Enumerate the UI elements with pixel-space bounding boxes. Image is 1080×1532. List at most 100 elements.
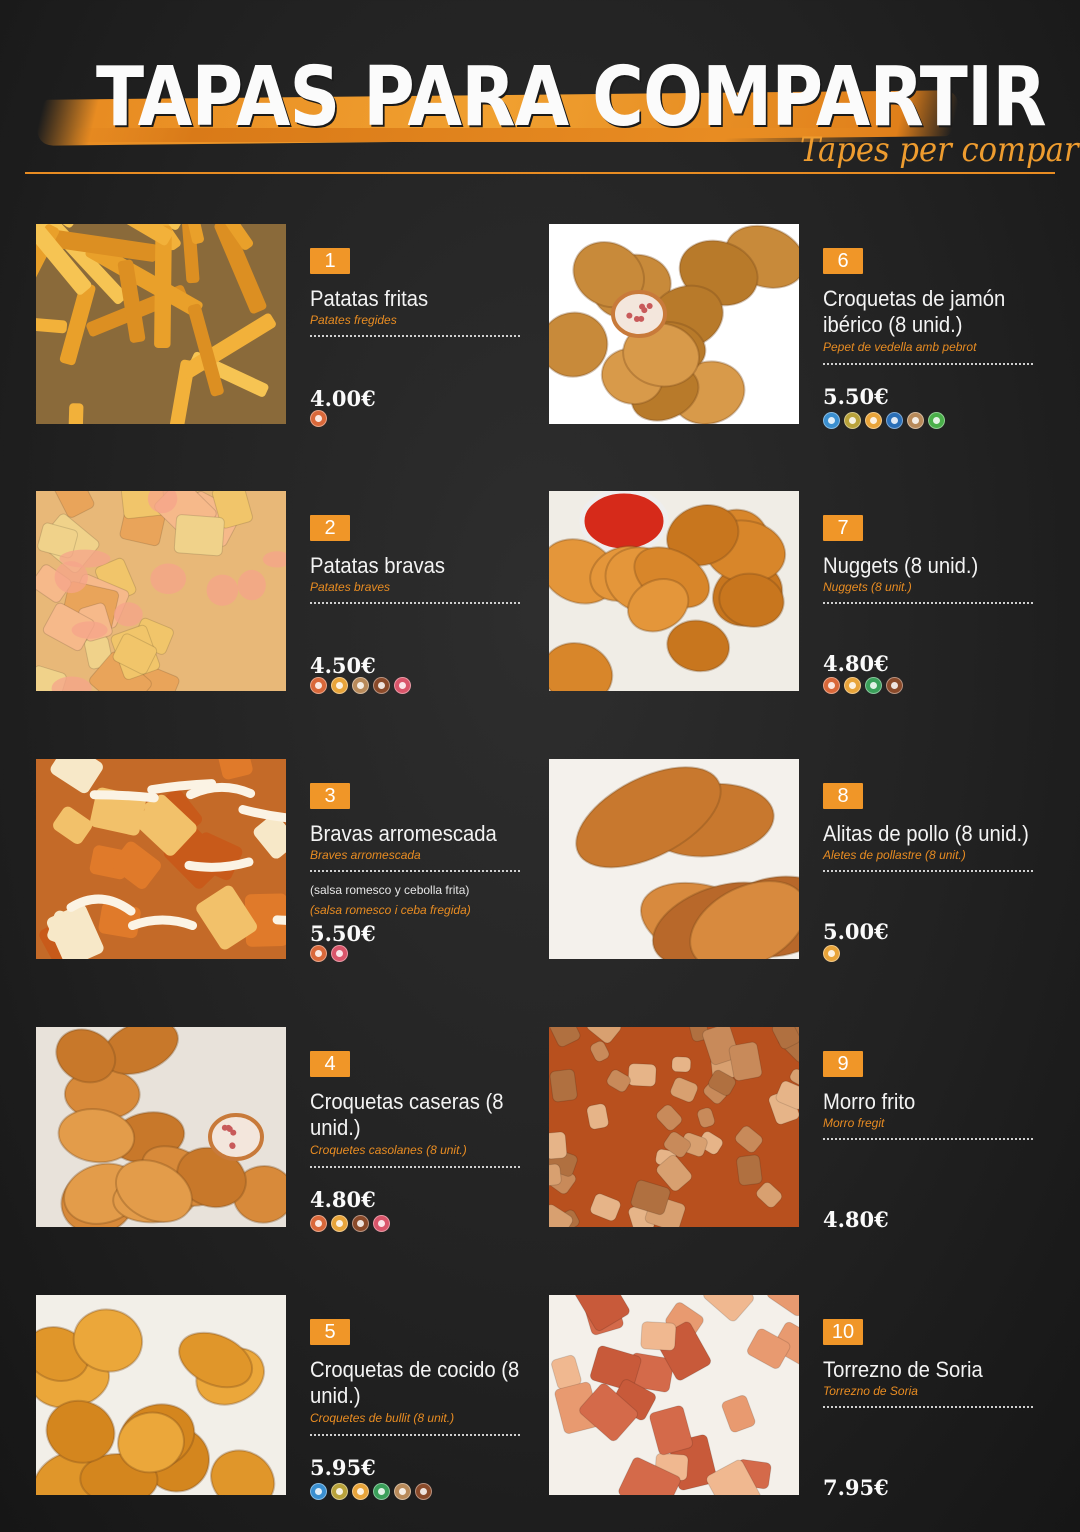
- item-number-badge: 6: [823, 248, 863, 274]
- egg-icon: [331, 1215, 348, 1232]
- celery-icon: [310, 1215, 327, 1232]
- mustard-icon: [907, 412, 924, 429]
- allergen-list: [310, 1483, 432, 1500]
- dotted-divider: [310, 1434, 520, 1436]
- dish-photo: [549, 1027, 799, 1227]
- egg-icon: [823, 945, 840, 962]
- gluten-icon: [331, 1483, 348, 1500]
- dish-photo: [549, 491, 799, 691]
- dotted-divider: [823, 363, 1033, 365]
- egg-icon: [844, 677, 861, 694]
- sulphite-icon: [373, 677, 390, 694]
- menu-item-10: 10 Torrezno de Soria Torrezno de Soria 7.95…: [549, 1295, 1049, 1500]
- dish-name: Torrezno de Soria: [823, 1357, 983, 1382]
- dish-name: Patatas fritas: [310, 286, 429, 311]
- dish-price: 4.00€: [310, 386, 376, 411]
- soy-icon: [865, 677, 882, 694]
- menu-item-2: 2 Patatas bravas Patates braves 4.50€: [36, 491, 536, 696]
- menu-item-8: 8 Alitas de pollo (8 unid.) Aletes de poll…: [549, 759, 1049, 964]
- celery-icon: [310, 410, 327, 427]
- dotted-divider: [823, 602, 1033, 604]
- header-divider: [25, 172, 1055, 174]
- egg-icon: [865, 412, 882, 429]
- dish-name-catalan: Morro fregit: [823, 1116, 885, 1130]
- dish-name-catalan: Nuggets (8 unit.): [823, 580, 912, 594]
- dish-price: 5.00€: [823, 919, 889, 944]
- allergen-list: [310, 945, 348, 962]
- dish-photo: [36, 1027, 286, 1227]
- item-number-badge: 4: [310, 1051, 350, 1077]
- allergen-list: [823, 412, 945, 429]
- dish-photo: [549, 759, 799, 959]
- dish-photo: [36, 759, 286, 959]
- fish-icon: [886, 412, 903, 429]
- item-number-badge: 9: [823, 1051, 863, 1077]
- sulphite-icon: [352, 1215, 369, 1232]
- dotted-divider: [310, 1166, 520, 1168]
- milk-icon: [331, 945, 348, 962]
- menu-item-9: 9 Morro frito Morro fregit 4.80€: [549, 1027, 1049, 1232]
- dish-name: Nuggets (8 unid.): [823, 553, 979, 578]
- dish-name: Croquetas de jamón ibérico (8 unid.): [823, 286, 1006, 337]
- menu-item-7: 7 Nuggets (8 unid.) Nuggets (8 unit.) 4.80€: [549, 491, 1049, 696]
- item-number-badge: 1: [310, 248, 350, 274]
- dish-price: 4.50€: [310, 653, 376, 678]
- gluten-icon: [844, 412, 861, 429]
- dish-name-catalan: Patates braves: [310, 580, 391, 594]
- dish-price: 5.50€: [310, 921, 376, 946]
- dish-name: Alitas de pollo (8 unid.): [823, 821, 1029, 846]
- item-number-badge: 8: [823, 783, 863, 809]
- menu-item-4: 4 Croquetas caseras (8 unid.) Croquetes ca…: [36, 1027, 536, 1232]
- item-number-badge: 2: [310, 515, 350, 541]
- dish-name-catalan: Croquetes de bullit (8 unit.): [310, 1411, 455, 1425]
- page-subtitle: Tapes per compartir: [800, 130, 1080, 170]
- mustard-icon: [352, 677, 369, 694]
- sulphite-icon: [415, 1483, 432, 1500]
- dish-name: Croquetas caseras (8 unid.): [310, 1089, 504, 1140]
- dish-note-catalan: (salsa romesco i ceba fregida): [310, 903, 471, 917]
- allergen-list: [310, 677, 411, 694]
- celery-icon: [310, 945, 327, 962]
- crustacean-icon: [823, 412, 840, 429]
- soy-icon: [373, 1483, 390, 1500]
- allergen-list: [823, 945, 840, 962]
- dish-price: 4.80€: [823, 1207, 889, 1232]
- celery-icon: [310, 677, 327, 694]
- allergen-list: [310, 1215, 390, 1232]
- item-number-badge: 5: [310, 1319, 350, 1345]
- allergen-list: [310, 410, 327, 427]
- dotted-divider: [310, 602, 520, 604]
- dish-note: (salsa romesco y cebolla frita): [310, 883, 470, 897]
- celery-icon: [823, 677, 840, 694]
- dish-name: Bravas arromescada: [310, 821, 497, 846]
- mustard-icon: [394, 1483, 411, 1500]
- dish-photo: [549, 1295, 799, 1495]
- menu-item-6: 6 Croquetas de jamón ibérico (8 unid.) Pep…: [549, 224, 1049, 429]
- dish-name-catalan: Aletes de pollastre (8 unit.): [823, 848, 966, 862]
- crustacean-icon: [310, 1483, 327, 1500]
- dish-price: 7.95€: [823, 1475, 889, 1500]
- dish-name-catalan: Pepet de vedella amb pebrot: [823, 340, 977, 354]
- dish-name: Morro frito: [823, 1089, 916, 1114]
- milk-icon: [373, 1215, 390, 1232]
- dish-name: Croquetas de cocido (8 unid.): [310, 1357, 520, 1408]
- dish-name-catalan: Croquetes casolanes (8 unit.): [310, 1143, 467, 1157]
- dotted-divider: [823, 1138, 1033, 1140]
- dish-price: 4.80€: [310, 1187, 376, 1212]
- dish-price: 5.95€: [310, 1455, 376, 1480]
- dish-photo: [549, 224, 799, 424]
- dish-name: Patatas bravas: [310, 553, 446, 578]
- sulphite-icon: [886, 677, 903, 694]
- dotted-divider: [310, 335, 520, 337]
- item-number-badge: 10: [823, 1319, 863, 1345]
- dish-price: 5.50€: [823, 384, 889, 409]
- dish-price: 4.80€: [823, 651, 889, 676]
- allergen-list: [823, 677, 903, 694]
- dish-photo: [36, 1295, 286, 1495]
- egg-icon: [331, 677, 348, 694]
- menu-header: TAPAS PARA COMPARTIR Tapes per compartir: [0, 0, 1080, 200]
- dotted-divider: [823, 1406, 1033, 1408]
- item-number-badge: 7: [823, 515, 863, 541]
- dish-photo: [36, 224, 286, 424]
- dish-name-catalan: Torrezno de Soria: [823, 1384, 918, 1398]
